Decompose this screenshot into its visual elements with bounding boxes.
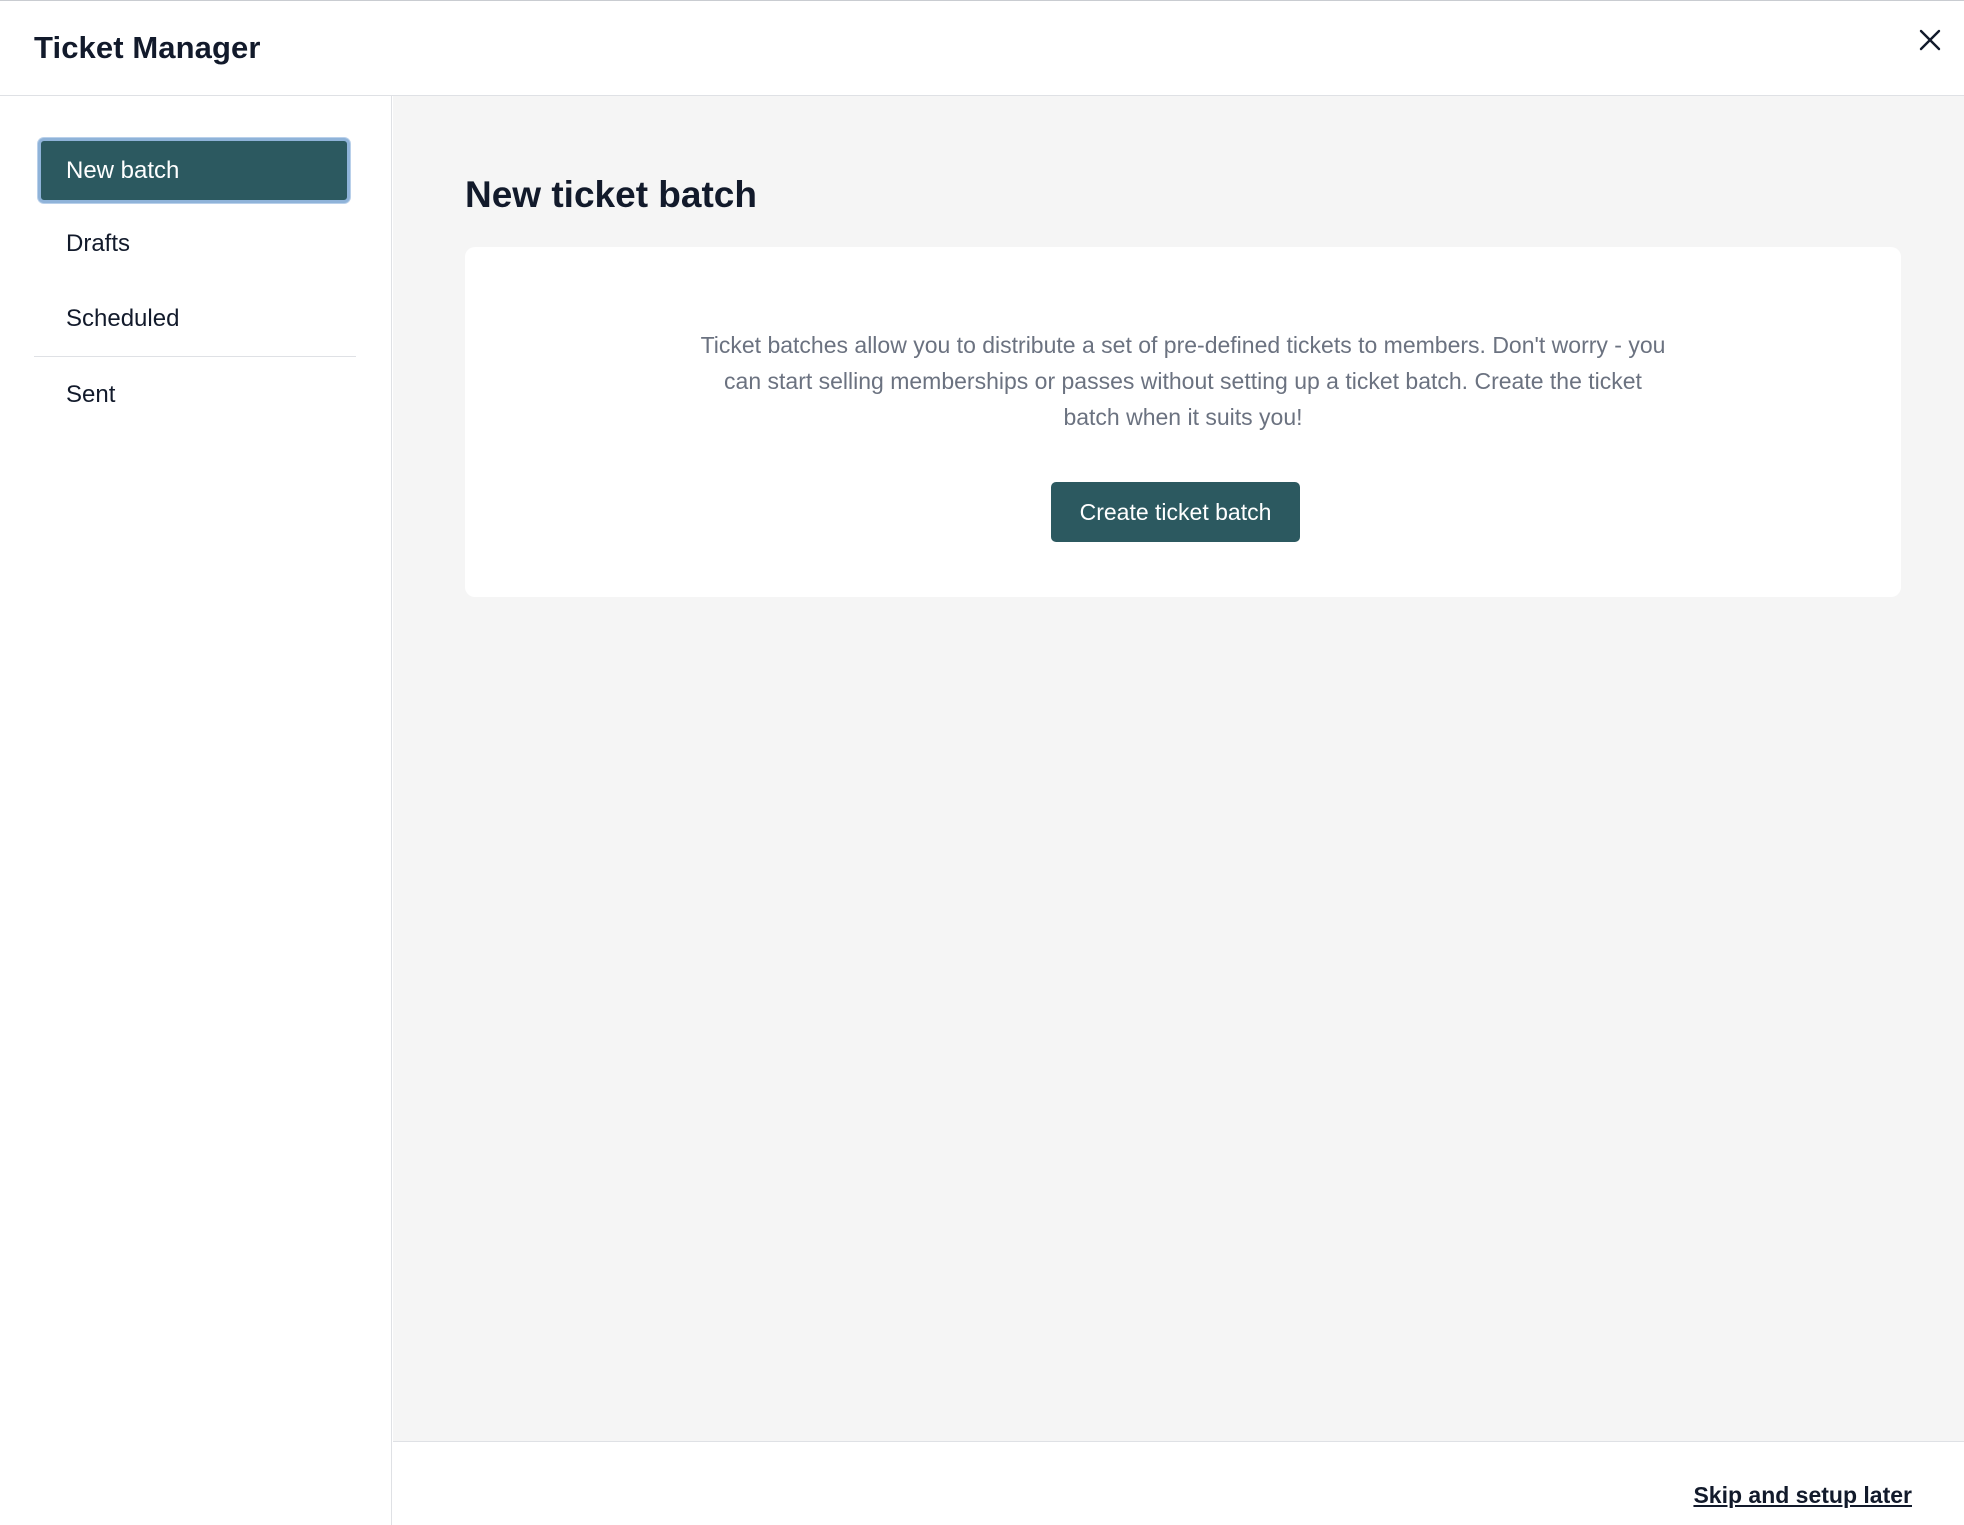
skip-setup-link[interactable]: Skip and setup later (1693, 1482, 1912, 1509)
sidebar-item-new-batch[interactable]: New batch (38, 138, 350, 203)
sidebar: New batch Drafts Scheduled Sent (0, 96, 392, 1525)
close-icon (1919, 29, 1941, 51)
sidebar-item-scheduled[interactable]: Scheduled (38, 286, 350, 351)
sidebar-item-label: Drafts (66, 229, 131, 257)
modal-title: Ticket Manager (34, 30, 261, 65)
empty-state-card: Ticket batches allow you to distribute a… (465, 247, 1901, 597)
modal-footer: Skip and setup later (393, 1441, 1964, 1525)
empty-state-description: Ticket batches allow you to distribute a… (700, 332, 1666, 430)
modal-header: Ticket Manager (0, 2, 1964, 96)
sidebar-divider (34, 356, 356, 357)
close-button[interactable] (1914, 24, 1946, 56)
sidebar-item-label: New batch (66, 156, 180, 184)
sidebar-item-drafts[interactable]: Drafts (38, 211, 350, 276)
sidebar-item-label: Scheduled (66, 304, 180, 332)
sidebar-item-label: Sent (66, 380, 116, 408)
sidebar-item-sent[interactable]: Sent (38, 362, 350, 427)
main-content: New ticket batch Ticket batches allow yo… (393, 96, 1964, 1442)
create-ticket-batch-button[interactable]: Create ticket batch (1051, 482, 1300, 542)
ticket-manager-modal: Ticket Manager New batch Drafts Schedule… (0, 0, 1964, 1525)
page-title: New ticket batch (465, 174, 757, 215)
